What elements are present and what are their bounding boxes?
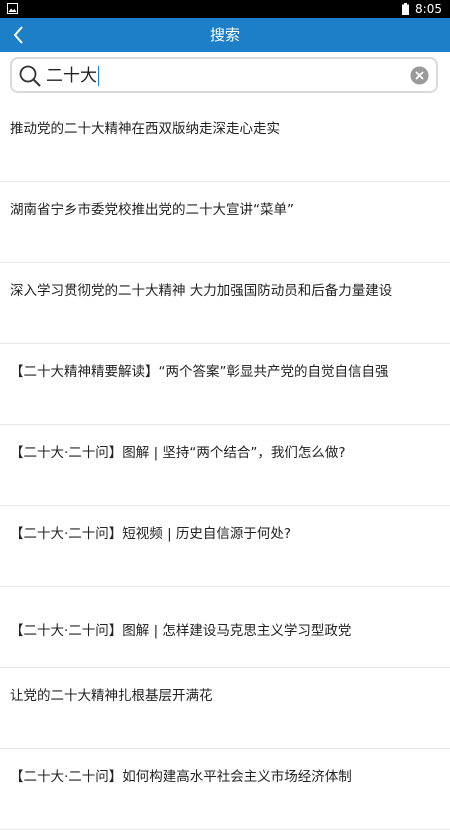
search-box[interactable]: 二十大: [10, 57, 438, 93]
text-cursor: [98, 66, 99, 86]
clear-icon[interactable]: [410, 66, 429, 85]
result-title: 【二十大·二十问】图解 | 怎样建设马克思主义学习型政党: [10, 623, 352, 639]
results-list: 推动党的二十大精神在西双版纳走深走心走实 湖南省宁乡市委党校推出党的二十大宣讲“…: [0, 101, 450, 830]
result-title: 让党的二十大精神扎根基层开满花: [10, 688, 213, 704]
result-title: 深入学习贯彻党的二十大精神 大力加强国防动员和后备力量建设: [10, 283, 393, 299]
list-item[interactable]: 推动党的二十大精神在西双版纳走深走心走实: [0, 101, 450, 182]
search-icon: [19, 65, 41, 87]
result-title: 湖南省宁乡市委党校推出党的二十大宣讲“菜单”: [10, 202, 294, 218]
list-item[interactable]: 深入学习贯彻党的二十大精神 大力加强国防动员和后备力量建设: [0, 263, 450, 344]
list-item[interactable]: 湖南省宁乡市委党校推出党的二十大宣讲“菜单”: [0, 182, 450, 263]
image-icon: [7, 3, 18, 14]
list-item[interactable]: 【二十大·二十问】图解 | 怎样建设马克思主义学习型政党: [0, 587, 450, 668]
result-title: 【二十大·二十问】图解 | 坚持“两个结合”，我们怎么做?: [10, 445, 346, 461]
search-bar: 二十大: [0, 52, 450, 98]
status-time: 8:05: [415, 2, 442, 16]
search-input[interactable]: 二十大: [46, 63, 99, 89]
list-item[interactable]: 【二十大·二十问】短视频 | 历史自信源于何处?: [0, 506, 450, 587]
list-item[interactable]: 【二十大·二十问】如何构建高水平社会主义市场经济体制: [0, 749, 450, 830]
list-item[interactable]: 让党的二十大精神扎根基层开满花: [0, 668, 450, 749]
battery-icon: [402, 3, 410, 15]
list-item[interactable]: 【二十大精神精要解读】“两个答案”彰显共产党的自觉自信自强: [0, 344, 450, 425]
result-title: 【二十大精神精要解读】“两个答案”彰显共产党的自觉自信自强: [10, 364, 389, 380]
app-bar: 搜索: [0, 18, 450, 52]
search-input-value: 二十大: [46, 66, 97, 86]
status-right: 8:05: [402, 0, 442, 18]
result-title: 【二十大·二十问】短视频 | 历史自信源于何处?: [10, 526, 292, 542]
result-title: 推动党的二十大精神在西双版纳走深走心走实: [10, 121, 280, 137]
result-title: 【二十大·二十问】如何构建高水平社会主义市场经济体制: [10, 769, 352, 785]
status-bar: 8:05: [0, 0, 450, 18]
list-item[interactable]: 【二十大·二十问】图解 | 坚持“两个结合”，我们怎么做?: [0, 425, 450, 506]
page-title: 搜索: [209, 26, 240, 44]
